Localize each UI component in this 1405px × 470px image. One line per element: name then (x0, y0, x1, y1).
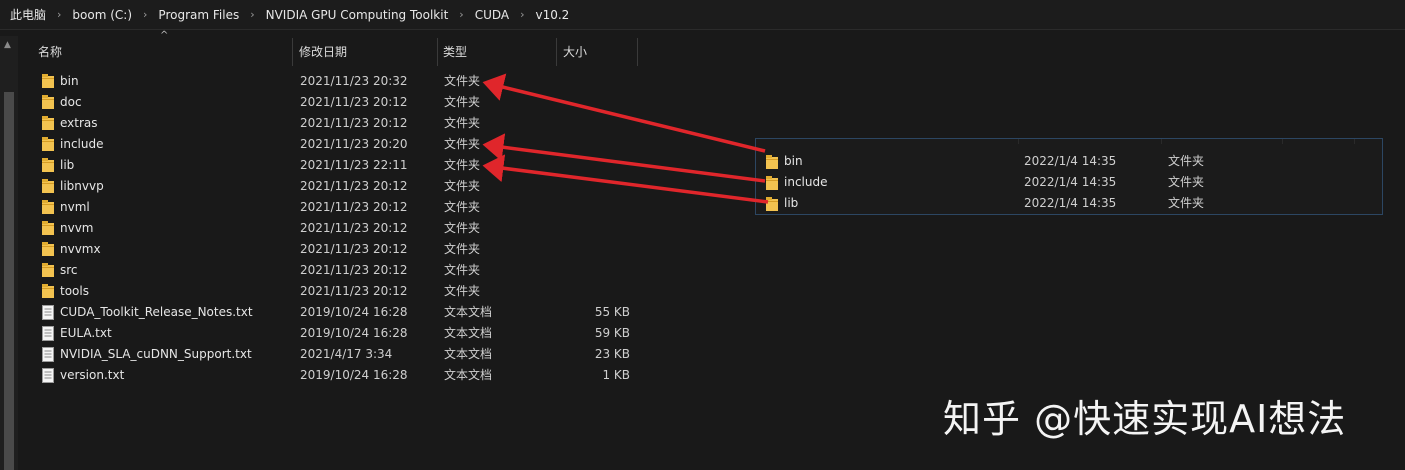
arrow-include (482, 133, 766, 183)
arrow-lib (482, 154, 769, 204)
watermark: 知乎 @快速实现AI想法 (943, 397, 1347, 441)
arrow-bin (482, 73, 766, 153)
